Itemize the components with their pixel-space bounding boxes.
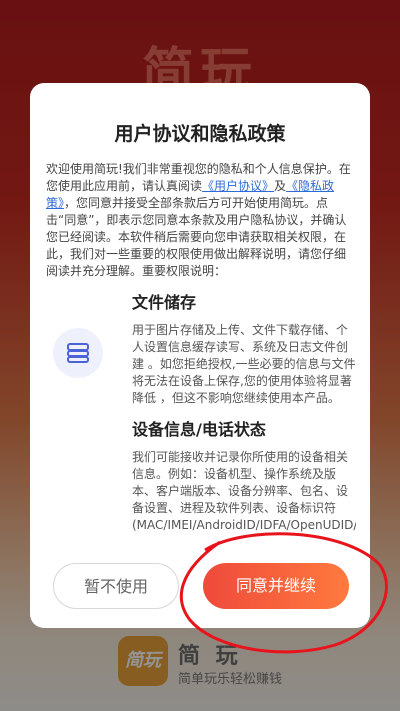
intro-text: 欢迎使用简玩!我们非常重视您的隐私和个人信息保护。在您使用此应用前，请认真阅读《… (46, 161, 356, 280)
reject-button[interactable]: 暂不使用 (53, 563, 179, 609)
section-title-file-storage: 文件储存 (132, 293, 197, 312)
permission-file-storage: 文件储存 用于图片存储及上传、文件下载存储、个人设置信息缓存读写、系统及日志文件… (46, 292, 356, 407)
section-body-device-info: 我们可能接收并记录你所使用的设备相关信息。例如：设备机型、操作系统及版 本、客户… (132, 450, 356, 532)
accept-continue-button[interactable]: 同意并继续 (203, 563, 349, 609)
dialog-scroll-content[interactable]: 欢迎使用简玩!我们非常重视您的隐私和个人信息保护。在您使用此应用前，请认真阅读《… (46, 161, 356, 619)
storage-icon (53, 328, 103, 378)
privacy-dialog: 用户协议和隐私政策 欢迎使用简玩!我们非常重视您的隐私和个人信息保护。在您使用此… (30, 83, 370, 628)
dialog-title: 用户协议和隐私政策 (114, 123, 286, 145)
intro-part2: ，您同意并接受全部条款后方可开始使用简玩。点击“同意”，即表示您同意本条款及用户… (46, 196, 347, 278)
section-title-device-info: 设备信息/电话状态 (132, 420, 266, 439)
intro-and: 及 (274, 179, 287, 193)
section-body-file-storage: 用于图片存储及上传、文件下载存储、个人设置信息缓存读写、系统及日志文件创建 。如… (132, 323, 356, 405)
user-agreement-link[interactable]: 《用户协议》 (202, 179, 274, 193)
permission-device-info: 设备信息/电话状态 我们可能接收并记录你所使用的设备相关信息。例如：设备机型、操… (46, 419, 356, 534)
